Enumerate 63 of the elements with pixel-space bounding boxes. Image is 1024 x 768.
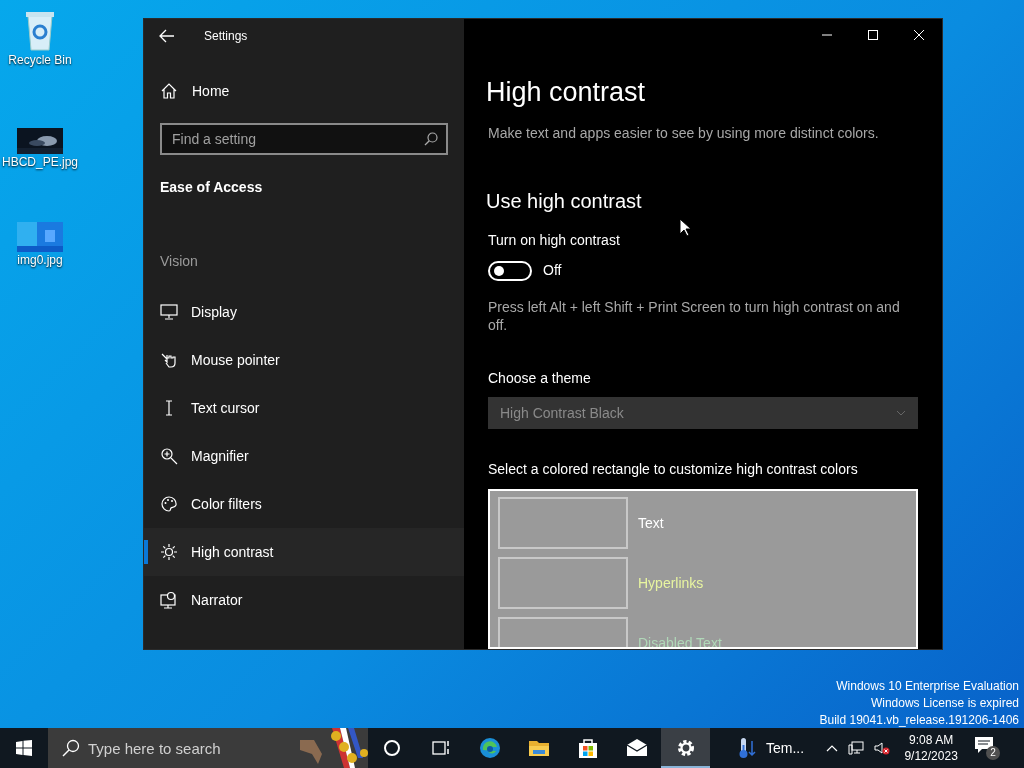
- nav-item[interactable]: High contrast: [144, 528, 464, 576]
- narrator-icon: [160, 591, 178, 609]
- time-text: 9:08 AM: [909, 732, 954, 748]
- nav-item[interactable]: Color filters: [144, 480, 464, 528]
- search-icon: [62, 739, 80, 757]
- chevron-icon: [896, 410, 906, 416]
- clock[interactable]: 9:08 AM 9/12/2023: [900, 732, 963, 764]
- home-icon: [160, 82, 178, 100]
- colors-label: Select a colored rectangle to customize high contrast colors: [487, 460, 859, 479]
- toggle-state: Off: [543, 261, 562, 280]
- pointer-icon: [679, 218, 691, 237]
- network-icon[interactable]: [848, 741, 865, 755]
- search-field[interactable]: Find a setting: [160, 123, 448, 155]
- chevron-up-icon[interactable]: [826, 744, 839, 752]
- store-icon: [576, 737, 599, 759]
- weather-text: Tem...: [766, 738, 805, 758]
- mail-icon: [625, 737, 648, 759]
- nav-item[interactable]: Narrator: [144, 576, 464, 624]
- theme-label: Choose a theme: [487, 369, 592, 388]
- display-icon: [160, 303, 178, 321]
- nav-item[interactable]: Text cursor: [144, 384, 464, 432]
- sun-icon: [160, 543, 178, 561]
- palette-icon: [160, 495, 178, 513]
- color-swatch[interactable]: [498, 497, 628, 549]
- color-label: Hyperlinks: [638, 573, 704, 593]
- section-heading: Ease of Access: [159, 178, 264, 195]
- close-icon[interactable]: [914, 30, 924, 40]
- date-text: 9/12/2023: [904, 748, 958, 764]
- nav-item[interactable]: Magnifier: [144, 432, 464, 480]
- nav-item[interactable]: Display: [144, 288, 464, 336]
- color-label: Disabled Text: [638, 633, 722, 647]
- notice-text: Windows License is expired: [870, 695, 1019, 712]
- nav-item[interactable]: Mouse pointer: [144, 336, 464, 384]
- task-view-icon: [431, 739, 450, 757]
- cortana-icon: [382, 739, 401, 757]
- notification-icon[interactable]: [974, 736, 995, 754]
- windows-start-icon[interactable]: [16, 740, 32, 756]
- hint-text: Press left Alt + left Shift + Print Screen to turn high contrast on and off.: [487, 298, 901, 334]
- group-heading: Vision: [159, 252, 199, 271]
- edge-icon: [478, 737, 501, 759]
- maximize-icon[interactable]: [868, 30, 878, 40]
- muted-speaker-icon[interactable]: [874, 741, 891, 755]
- page-title: High contrast: [486, 76, 647, 109]
- taskbar-app[interactable]: [661, 728, 710, 768]
- gear-icon: [675, 738, 696, 758]
- home-link[interactable]: Home: [144, 73, 464, 109]
- notice-text: Windows 10 Enterprise Evaluation: [836, 678, 1019, 695]
- search-icon: [424, 132, 438, 146]
- hand-pointer-icon: [160, 351, 178, 369]
- window-title: Settings: [204, 28, 248, 45]
- toggle-label: Turn on high contrast: [487, 231, 621, 250]
- toggle-switch[interactable]: [488, 260, 532, 281]
- thermometer-icon: [738, 737, 756, 759]
- color-swatch[interactable]: [498, 557, 628, 609]
- color-label: Text: [638, 513, 664, 533]
- notification-count: 2: [986, 746, 1001, 760]
- taskbar-search-field[interactable]: Type here to search: [48, 728, 368, 768]
- notice-text: Build 19041.vb_release.191206-1406: [819, 712, 1019, 729]
- back-icon[interactable]: [159, 29, 175, 43]
- weather-widget[interactable]: Tem...: [738, 728, 805, 768]
- description-text: Make text and apps easier to see by using more distinct colors.: [487, 124, 880, 143]
- subheading: Use high contrast: [486, 189, 643, 214]
- magnifier-icon: [160, 447, 178, 465]
